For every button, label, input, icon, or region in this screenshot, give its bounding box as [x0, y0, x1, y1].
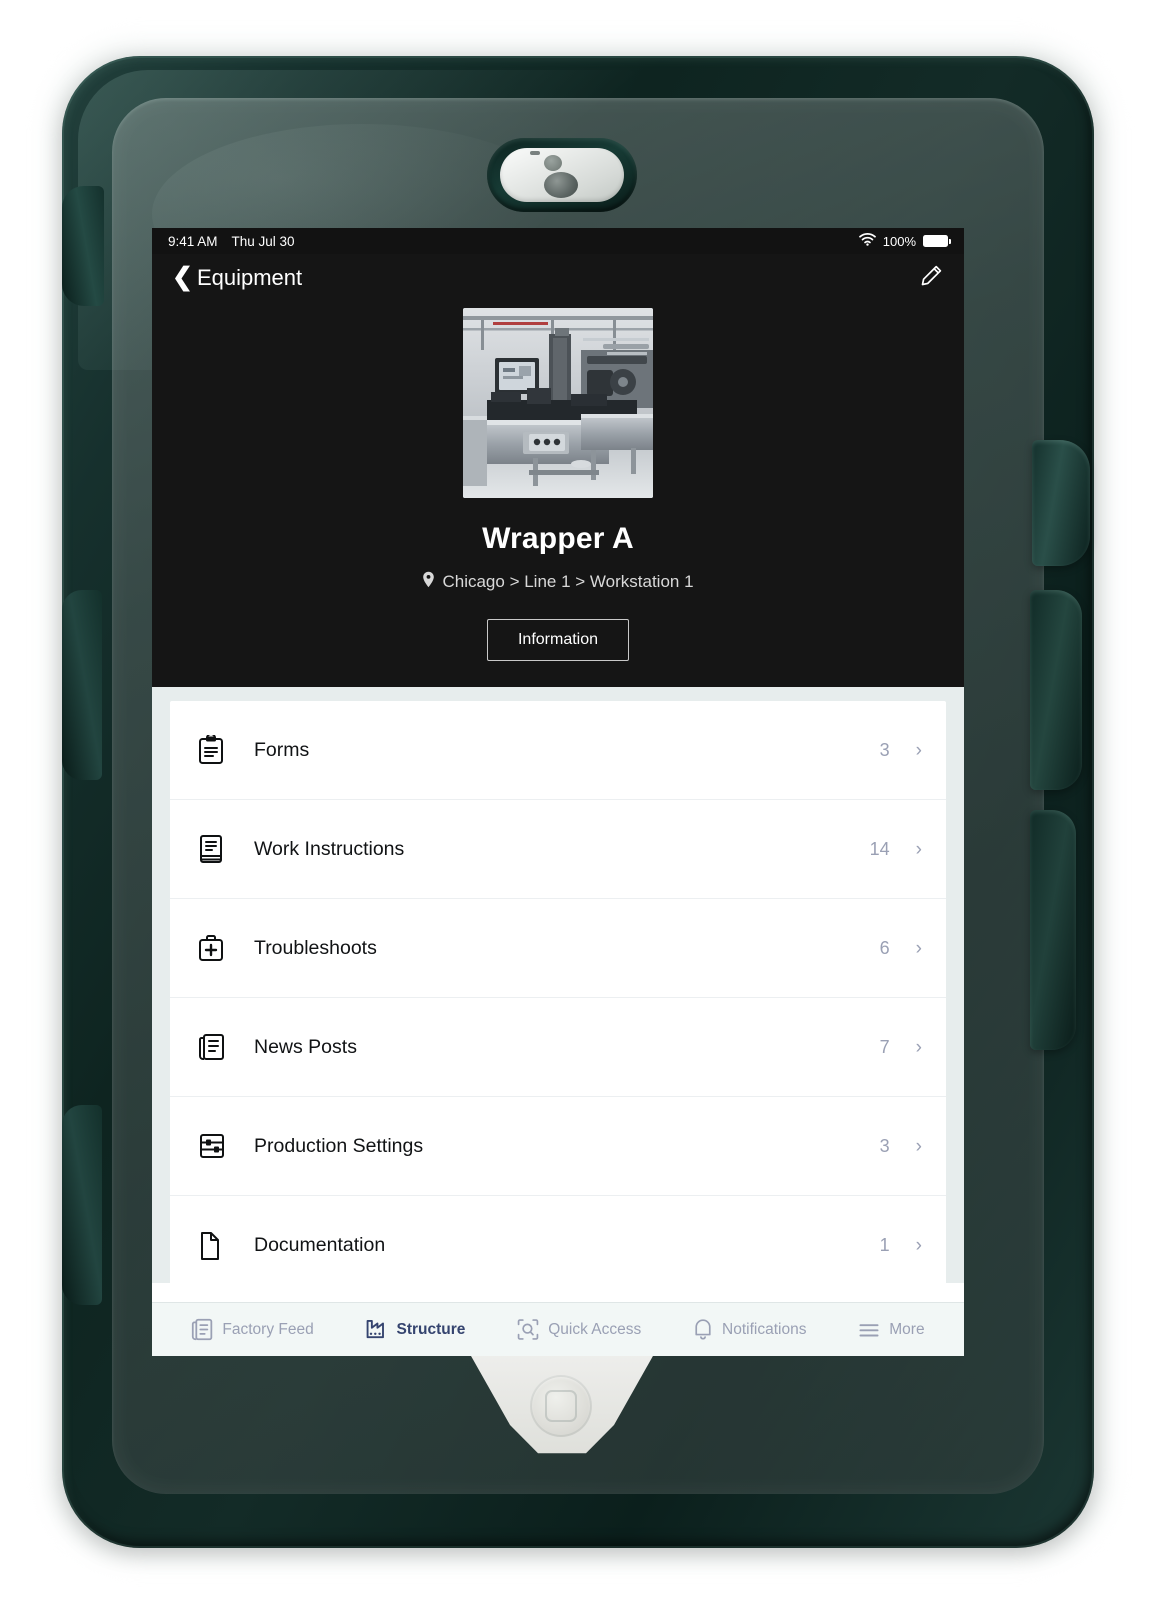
list-item-troubleshoots[interactable]: Troubleshoots 6 ›: [170, 899, 946, 998]
chevron-right-icon: ›: [915, 838, 922, 860]
list-item-count: 3: [879, 739, 890, 760]
tab-factory-feed[interactable]: Factory Feed: [191, 1317, 314, 1342]
list-item-label: Forms: [254, 738, 310, 761]
list-item-count: 3: [879, 1135, 890, 1156]
tablet-screen: 9:41 AM Thu Jul 30 100% ❮ Equipment Wrap…: [152, 228, 964, 1356]
feed-document-icon: [191, 1317, 214, 1342]
equipment-hero-header: ❮ Equipment Wrapper A Chicago > Line 1 >…: [152, 254, 964, 687]
ambient-light-sensor-icon: [544, 155, 562, 171]
chevron-right-icon: ›: [915, 1235, 922, 1256]
microphone-icon: [530, 151, 540, 155]
chevron-right-icon: ›: [915, 1036, 922, 1058]
list-item-count: 1: [879, 1235, 890, 1255]
first-aid-kit-icon: [198, 933, 232, 963]
chevron-left-icon: ❮: [172, 262, 193, 291]
equipment-sections-area: Forms 3 › Work Instructions 14 › Trouble…: [152, 687, 964, 1283]
battery-percent-label: 100%: [882, 233, 916, 249]
wifi-icon: [858, 233, 876, 249]
tab-structure[interactable]: Structure: [365, 1317, 466, 1342]
chevron-right-icon: ›: [915, 739, 922, 761]
information-button[interactable]: Information: [486, 619, 630, 661]
clipboard-icon: [198, 735, 232, 765]
list-item-count: 6: [879, 937, 890, 958]
book-icon: [198, 834, 232, 864]
list-item-label: Work Instructions: [254, 837, 405, 860]
case-grip-left-bottom: [62, 1105, 102, 1305]
sliders-settings-icon: [198, 1131, 232, 1161]
chevron-right-icon: ›: [915, 937, 922, 959]
bottom-tab-bar: Factory Feed Structure Quick Access Noti…: [152, 1302, 964, 1356]
list-item-label: News Posts: [254, 1035, 357, 1058]
file-page-icon: [198, 1231, 232, 1261]
list-item-documentation[interactable]: Documentation 1 ›: [170, 1196, 946, 1283]
back-button[interactable]: ❮ Equipment: [172, 262, 303, 291]
equipment-sections-card: Forms 3 › Work Instructions 14 › Trouble…: [170, 701, 946, 1283]
tab-label: Factory Feed: [222, 1320, 314, 1338]
list-item-news-posts[interactable]: News Posts 7 ›: [170, 998, 946, 1097]
list-item-count: 14: [869, 838, 890, 859]
tab-label: More: [889, 1320, 925, 1338]
tab-notifications[interactable]: Notifications: [692, 1317, 806, 1342]
pencil-edit-icon[interactable]: [918, 263, 944, 294]
case-grip-right-bottom: [1030, 810, 1076, 1050]
home-button-square-icon: [545, 1390, 577, 1422]
list-item-label: Production Settings: [254, 1134, 424, 1157]
status-bar-date: Thu Jul 30: [231, 233, 295, 249]
equipment-photo: [463, 308, 653, 498]
list-item-production-settings[interactable]: Production Settings 3 ›: [170, 1097, 946, 1196]
case-grip-right-middle: [1030, 590, 1082, 790]
list-item-label: Documentation: [254, 1234, 386, 1256]
breadcrumb: Chicago > Line 1 > Workstation 1: [152, 571, 964, 593]
front-camera-lens-icon: [544, 172, 578, 198]
list-item-label: Troubleshoots: [254, 936, 377, 959]
case-grip-left-middle: [62, 590, 102, 780]
newspaper-icon: [198, 1032, 232, 1062]
status-bar-time: 9:41 AM: [168, 233, 218, 249]
chevron-right-icon: ›: [915, 1135, 922, 1157]
scan-search-icon: [516, 1317, 540, 1342]
breadcrumb-text: Chicago > Line 1 > Workstation 1: [442, 572, 694, 591]
list-item-forms[interactable]: Forms 3 ›: [170, 701, 946, 800]
bell-icon: [692, 1317, 714, 1342]
tab-label: Notifications: [722, 1320, 807, 1338]
case-grip-left-top: [62, 186, 104, 306]
map-pin-icon: [422, 571, 435, 593]
factory-icon: [365, 1317, 389, 1342]
list-item-count: 7: [879, 1036, 890, 1057]
hamburger-more-icon: [857, 1317, 881, 1342]
tab-quick-access[interactable]: Quick Access: [516, 1317, 641, 1342]
case-grip-right-top: [1032, 440, 1090, 566]
page-title: Wrapper A: [482, 522, 634, 555]
list-item-work-instructions[interactable]: Work Instructions 14 ›: [170, 800, 946, 899]
navigation-bar: ❮ Equipment: [152, 254, 964, 302]
tab-label: Quick Access: [548, 1320, 642, 1338]
back-button-label: Equipment: [196, 265, 303, 290]
status-bar: 9:41 AM Thu Jul 30 100%: [152, 228, 964, 254]
tab-more[interactable]: More: [857, 1317, 925, 1342]
battery-full-icon: [923, 235, 951, 247]
tab-label: Structure: [396, 1320, 466, 1338]
